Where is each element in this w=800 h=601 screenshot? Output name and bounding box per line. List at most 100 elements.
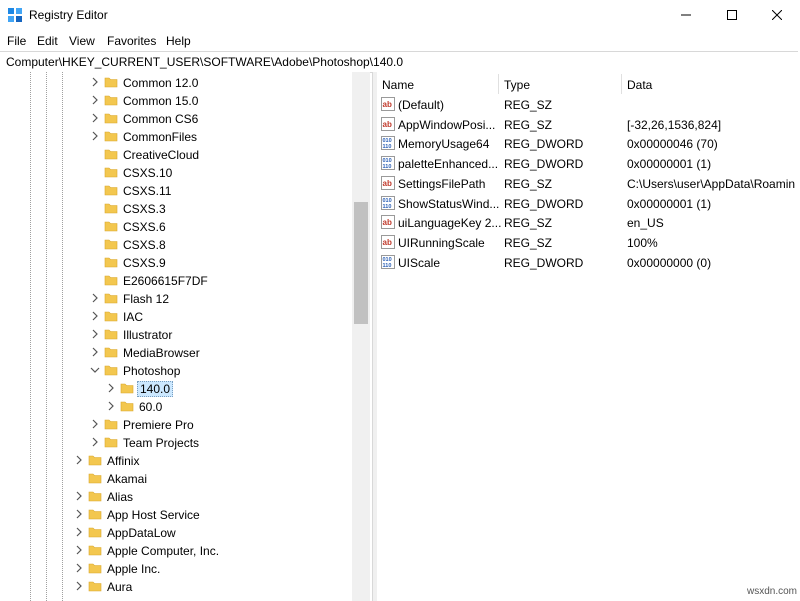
- tree-node[interactable]: CSXS.3: [0, 200, 352, 218]
- tree-node[interactable]: 140.0: [0, 380, 352, 398]
- tree-node[interactable]: Illustrator: [0, 326, 352, 344]
- tree-node[interactable]: Akamai: [0, 470, 352, 488]
- tree-node-label[interactable]: Premiere Pro: [121, 418, 196, 432]
- tree-node-label[interactable]: Common 15.0: [121, 94, 200, 108]
- column-divider[interactable]: [498, 74, 499, 94]
- chevron-right-icon[interactable]: [74, 526, 84, 538]
- tree-node-label[interactable]: CSXS.10: [121, 166, 174, 180]
- menu-edit[interactable]: Edit: [37, 34, 58, 48]
- maximize-button[interactable]: [709, 0, 755, 30]
- close-button[interactable]: [754, 0, 800, 30]
- chevron-right-icon[interactable]: [90, 436, 100, 448]
- tree-node[interactable]: App Host Service: [0, 506, 352, 524]
- tree-node[interactable]: 60.0: [0, 398, 352, 416]
- tree-node-label[interactable]: CreativeCloud: [121, 148, 201, 162]
- tree-node-label[interactable]: Common 12.0: [121, 76, 200, 90]
- tree-node[interactable]: Team Projects: [0, 434, 352, 452]
- address-path[interactable]: Computer\HKEY_CURRENT_USER\SOFTWARE\Adob…: [6, 55, 403, 69]
- tree-node-label[interactable]: CSXS.6: [121, 220, 168, 234]
- tree-node[interactable]: Common CS6: [0, 110, 352, 128]
- menu-favorites[interactable]: Favorites: [107, 34, 156, 48]
- tree-node[interactable]: AppDataLow: [0, 524, 352, 542]
- chevron-right-icon[interactable]: [74, 544, 84, 556]
- value-row[interactable]: ab uiLanguageKey 2... REG_SZ en_US: [377, 212, 800, 232]
- tree-node-label[interactable]: Aura: [105, 580, 134, 594]
- tree-node[interactable]: CSXS.10: [0, 164, 352, 182]
- tree-node[interactable]: CommonFiles: [0, 128, 352, 146]
- tree-node-label[interactable]: Akamai: [105, 472, 149, 486]
- tree-node-label[interactable]: Apple Inc.: [105, 562, 162, 576]
- tree-node-label[interactable]: Photoshop: [121, 364, 182, 378]
- chevron-down-icon[interactable]: [90, 364, 100, 376]
- chevron-right-icon[interactable]: [74, 508, 84, 520]
- chevron-right-icon[interactable]: [90, 310, 100, 322]
- tree-node[interactable]: Photoshop: [0, 362, 352, 380]
- chevron-right-icon[interactable]: [74, 562, 84, 574]
- chevron-right-icon[interactable]: [90, 292, 100, 304]
- tree-node-label[interactable]: Affinix: [105, 454, 141, 468]
- chevron-right-icon[interactable]: [90, 130, 100, 142]
- tree-node[interactable]: E2606615F7DF: [0, 272, 352, 290]
- menu-help[interactable]: Help: [166, 34, 191, 48]
- tree-node-label[interactable]: Alias: [105, 490, 135, 504]
- column-header-type[interactable]: Type: [504, 78, 530, 92]
- chevron-right-icon[interactable]: [90, 76, 100, 88]
- tree-node[interactable]: MediaBrowser: [0, 344, 352, 362]
- tree-node-label[interactable]: 60.0: [137, 400, 164, 414]
- tree-node-label[interactable]: Team Projects: [121, 436, 201, 450]
- tree-node[interactable]: CSXS.8: [0, 236, 352, 254]
- column-header-name[interactable]: Name: [382, 78, 414, 92]
- value-row[interactable]: 010 110 ShowStatusWind... REG_DWORD 0x000000…: [377, 193, 800, 213]
- tree-node-label[interactable]: Flash 12: [121, 292, 171, 306]
- chevron-right-icon[interactable]: [106, 382, 116, 394]
- value-row[interactable]: ab (Default) REG_SZ: [377, 94, 800, 114]
- tree-node[interactable]: Alias: [0, 488, 352, 506]
- value-row[interactable]: 010 110 paletteEnhanced... REG_DWORD 0x00000…: [377, 153, 800, 173]
- tree-node[interactable]: Premiere Pro: [0, 416, 352, 434]
- tree-node[interactable]: Flash 12: [0, 290, 352, 308]
- address-bar[interactable]: Computer\HKEY_CURRENT_USER\SOFTWARE\Adob…: [0, 51, 798, 73]
- chevron-right-icon[interactable]: [90, 346, 100, 358]
- chevron-right-icon[interactable]: [90, 418, 100, 430]
- chevron-right-icon[interactable]: [90, 112, 100, 124]
- chevron-right-icon[interactable]: [106, 400, 116, 412]
- value-row[interactable]: 010 110 UIScale REG_DWORD 0x00000000 (0): [377, 252, 800, 272]
- tree-node-label[interactable]: CommonFiles: [121, 130, 199, 144]
- tree-scrollbar-thumb[interactable]: [354, 202, 368, 324]
- chevron-right-icon[interactable]: [90, 94, 100, 106]
- tree-node[interactable]: Apple Computer, Inc.: [0, 542, 352, 560]
- tree-node-label[interactable]: AppDataLow: [105, 526, 178, 540]
- tree-node[interactable]: CSXS.11: [0, 182, 352, 200]
- menu-file[interactable]: File: [7, 34, 26, 48]
- chevron-right-icon[interactable]: [74, 490, 84, 502]
- tree-node[interactable]: Apple Inc.: [0, 560, 352, 578]
- tree-node-label[interactable]: E2606615F7DF: [121, 274, 210, 288]
- tree-node-label[interactable]: IAC: [121, 310, 145, 324]
- tree-node[interactable]: IAC: [0, 308, 352, 326]
- value-row[interactable]: ab UIRunningScale REG_SZ 100%: [377, 232, 800, 252]
- tree-node[interactable]: Aura: [0, 578, 352, 596]
- value-row[interactable]: 010 110 MemoryUsage64 REG_DWORD 0x00000046 (…: [377, 133, 800, 153]
- tree-scrollbar[interactable]: [352, 72, 370, 601]
- menu-view[interactable]: View: [69, 34, 95, 48]
- tree-node-label[interactable]: Common CS6: [121, 112, 200, 126]
- chevron-right-icon[interactable]: [90, 328, 100, 340]
- chevron-right-icon[interactable]: [74, 454, 84, 466]
- tree-node[interactable]: Common 12.0: [0, 74, 352, 92]
- tree-node[interactable]: CSXS.6: [0, 218, 352, 236]
- tree-node-label[interactable]: CSXS.3: [121, 202, 168, 216]
- tree-node-label[interactable]: CSXS.11: [121, 184, 173, 198]
- tree-node-label[interactable]: Illustrator: [121, 328, 174, 342]
- tree-node-label[interactable]: Apple Computer, Inc.: [105, 544, 221, 558]
- chevron-right-icon[interactable]: [74, 580, 84, 592]
- tree-node[interactable]: CSXS.9: [0, 254, 352, 272]
- tree-node-label[interactable]: CSXS.8: [121, 238, 168, 252]
- tree-node-label[interactable]: MediaBrowser: [121, 346, 202, 360]
- minimize-button[interactable]: [663, 0, 709, 30]
- tree-node-label[interactable]: CSXS.9: [121, 256, 168, 270]
- column-header-data[interactable]: Data: [627, 78, 652, 92]
- value-row[interactable]: ab AppWindowPosi... REG_SZ [-32,26,1536,824…: [377, 114, 800, 134]
- tree-node-label[interactable]: App Host Service: [105, 508, 202, 522]
- column-divider[interactable]: [621, 74, 622, 94]
- tree-node[interactable]: CreativeCloud: [0, 146, 352, 164]
